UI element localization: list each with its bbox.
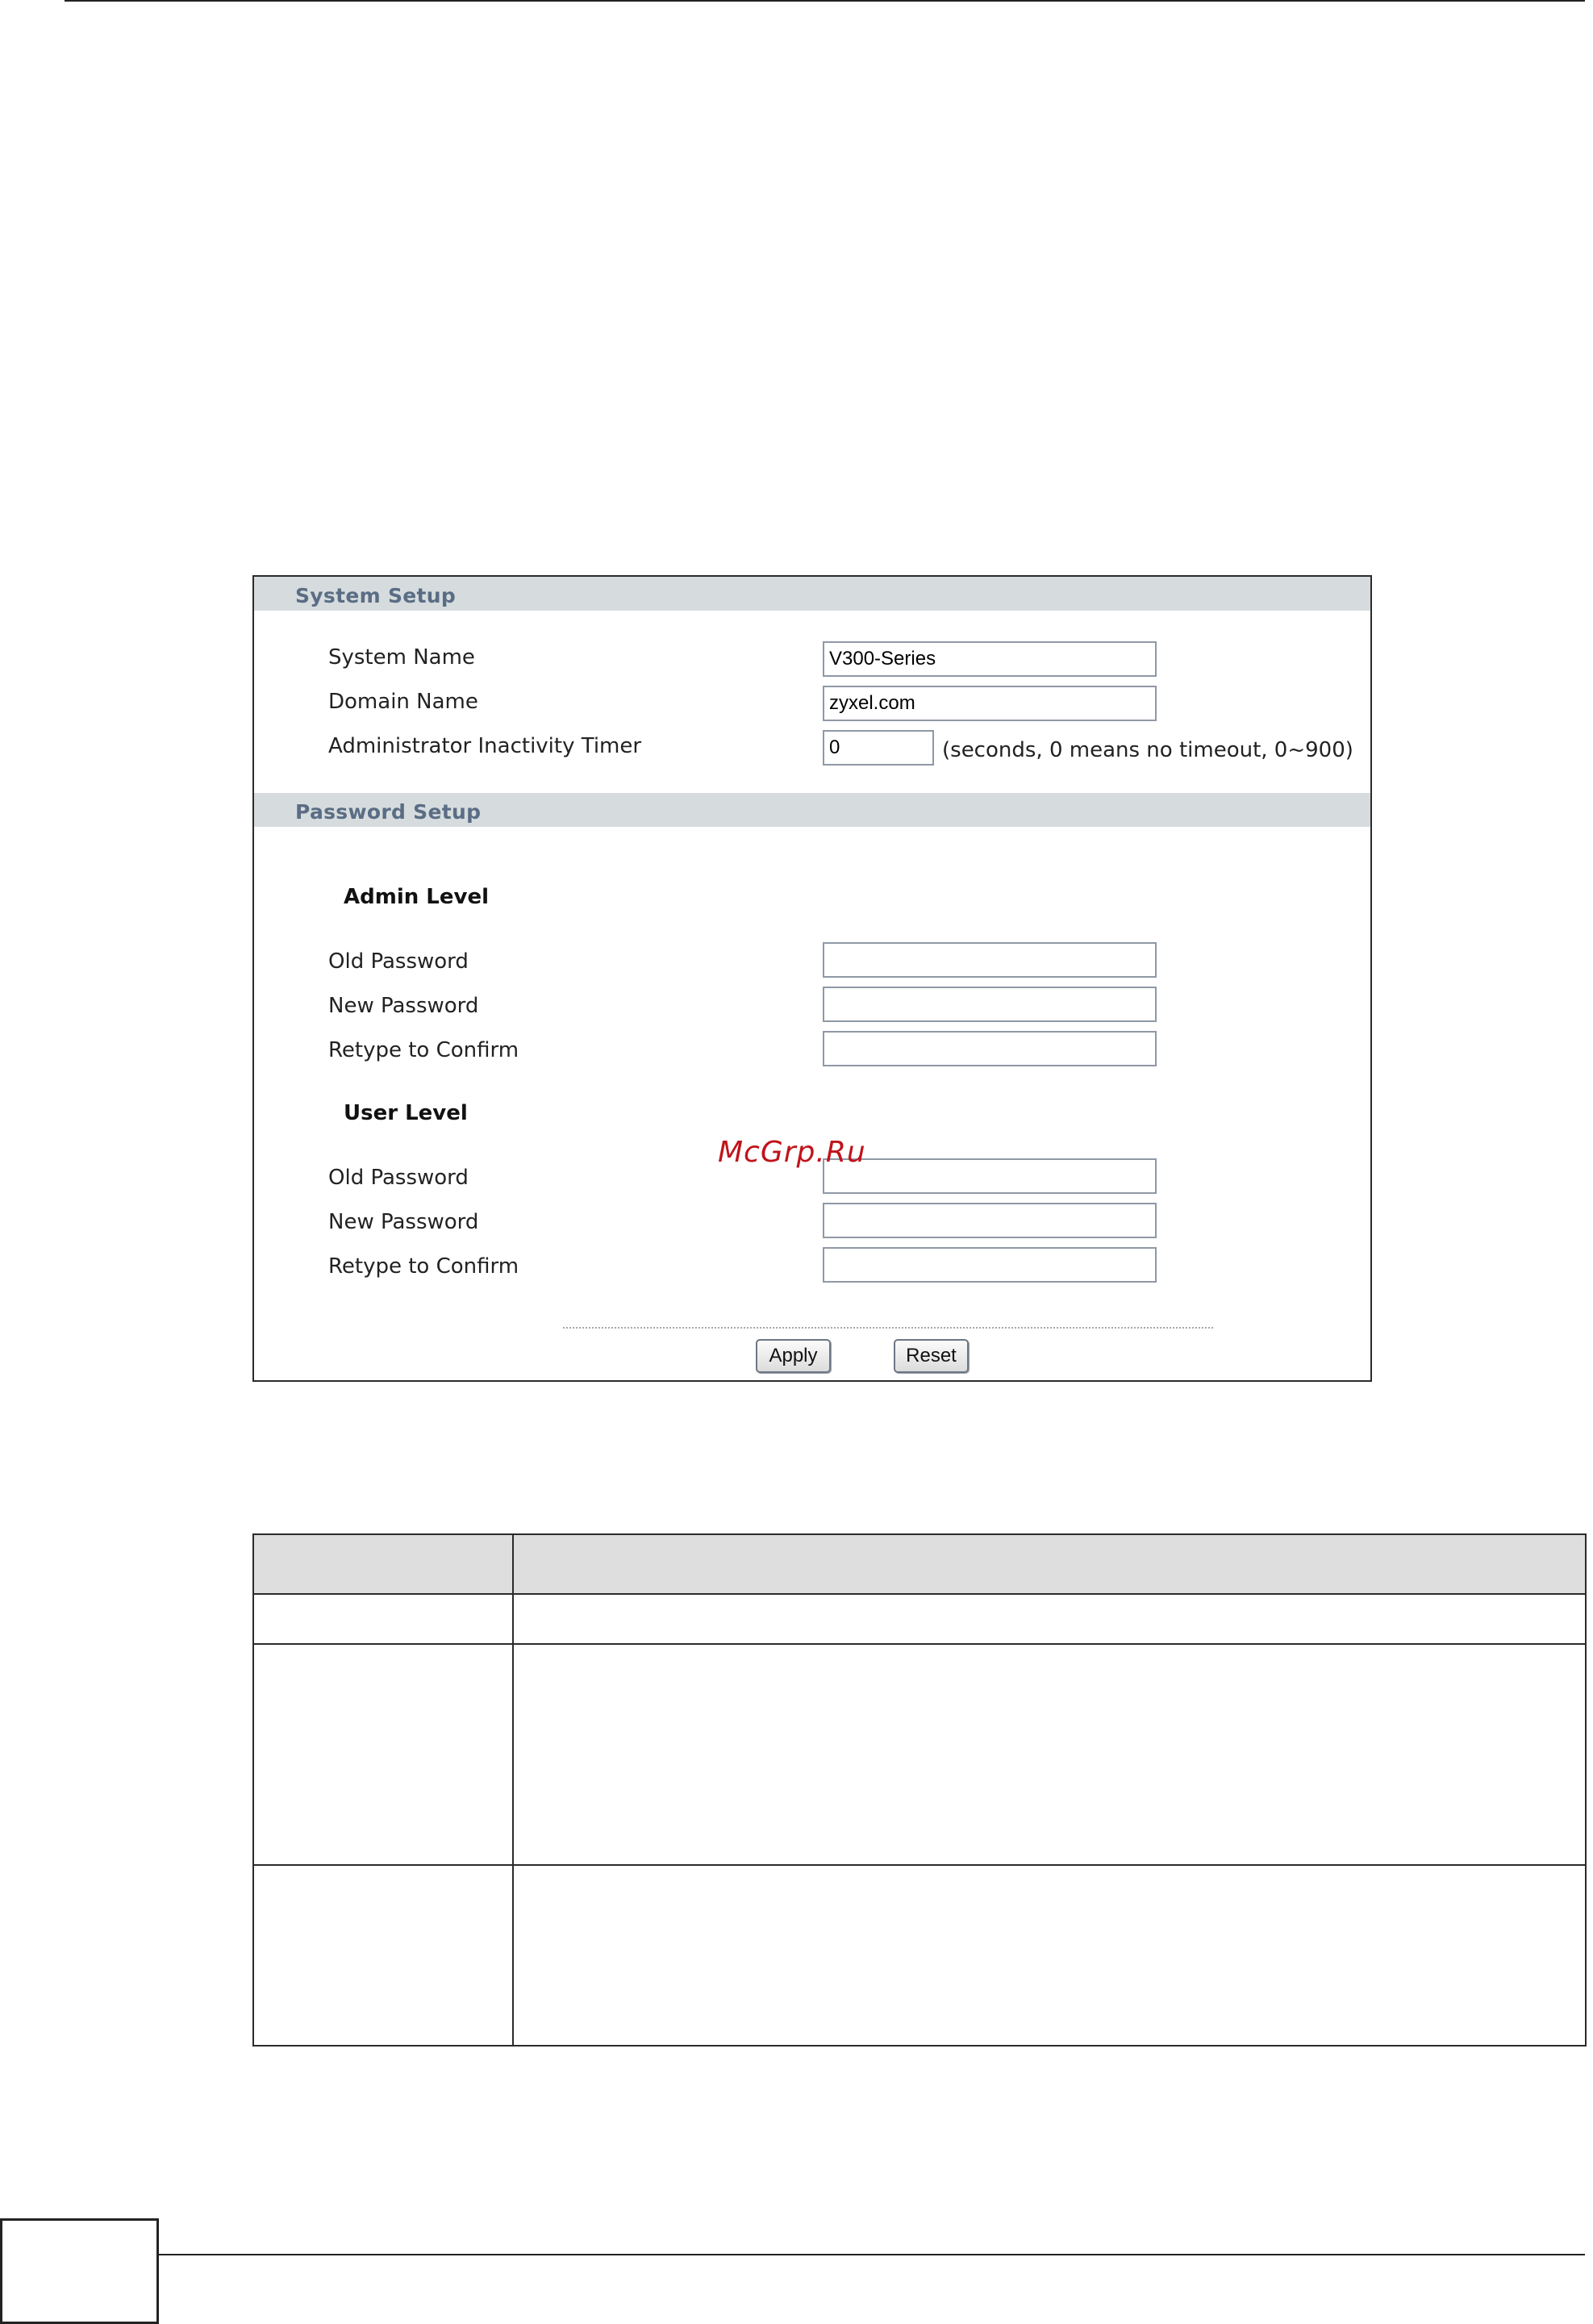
domain-name-input[interactable]: [823, 686, 1157, 721]
table-cell: [512, 1864, 1587, 2047]
user-old-password-label: Old Password: [328, 1166, 469, 1190]
watermark-text: McGrp.Ru: [718, 1136, 866, 1169]
table-cell: [512, 1593, 1587, 1645]
user-new-password-label: New Password: [328, 1210, 479, 1234]
user-retype-password-label: Retype to Confirm: [328, 1254, 519, 1279]
table-row: [252, 1864, 1587, 2047]
system-name-input[interactable]: [823, 641, 1157, 677]
table-row: [252, 1643, 1587, 1866]
footer-rule: [159, 2254, 1585, 2255]
admin-retype-password-label: Retype to Confirm: [328, 1038, 519, 1062]
system-name-label: System Name: [328, 645, 475, 670]
page-number-box: [0, 2218, 159, 2324]
button-divider: [563, 1327, 1213, 1329]
admin-old-password-input[interactable]: [823, 942, 1157, 978]
reset-button[interactable]: Reset: [894, 1339, 969, 1373]
user-old-password-input[interactable]: [823, 1158, 1157, 1194]
admin-retype-password-input[interactable]: [823, 1031, 1157, 1066]
user-level-heading: User Level: [344, 1101, 468, 1125]
password-setup-header: Password Setup: [254, 793, 1370, 827]
inactivity-timer-input[interactable]: [823, 730, 934, 766]
apply-button[interactable]: Apply: [756, 1339, 831, 1373]
page-top-rule: [65, 0, 1585, 2]
table-cell: [252, 1643, 514, 1866]
domain-name-label: Domain Name: [328, 690, 478, 714]
admin-new-password-label: New Password: [328, 994, 479, 1018]
table-header-cell: [512, 1533, 1587, 1595]
system-setup-header: System Setup: [254, 577, 1370, 611]
password-setup-title: Password Setup: [295, 800, 482, 824]
user-new-password-input[interactable]: [823, 1203, 1157, 1238]
inactivity-timer-hint: (seconds, 0 means no timeout, 0~900): [942, 738, 1353, 762]
table-cell: [512, 1643, 1587, 1866]
table-cell: [252, 1593, 514, 1645]
table-row: [252, 1593, 1587, 1645]
field-description-table: [252, 1533, 1587, 2047]
table-header-cell: [252, 1533, 514, 1595]
admin-old-password-label: Old Password: [328, 949, 469, 974]
admin-level-heading: Admin Level: [344, 885, 489, 909]
table-cell: [252, 1864, 514, 2047]
inactivity-timer-label: Administrator Inactivity Timer: [328, 734, 642, 758]
table-header-row: [252, 1533, 1587, 1595]
admin-new-password-input[interactable]: [823, 987, 1157, 1022]
user-retype-password-input[interactable]: [823, 1247, 1157, 1283]
system-setup-title: System Setup: [295, 584, 457, 607]
system-setup-panel: System Setup System Name Domain Name Adm…: [252, 575, 1372, 1382]
